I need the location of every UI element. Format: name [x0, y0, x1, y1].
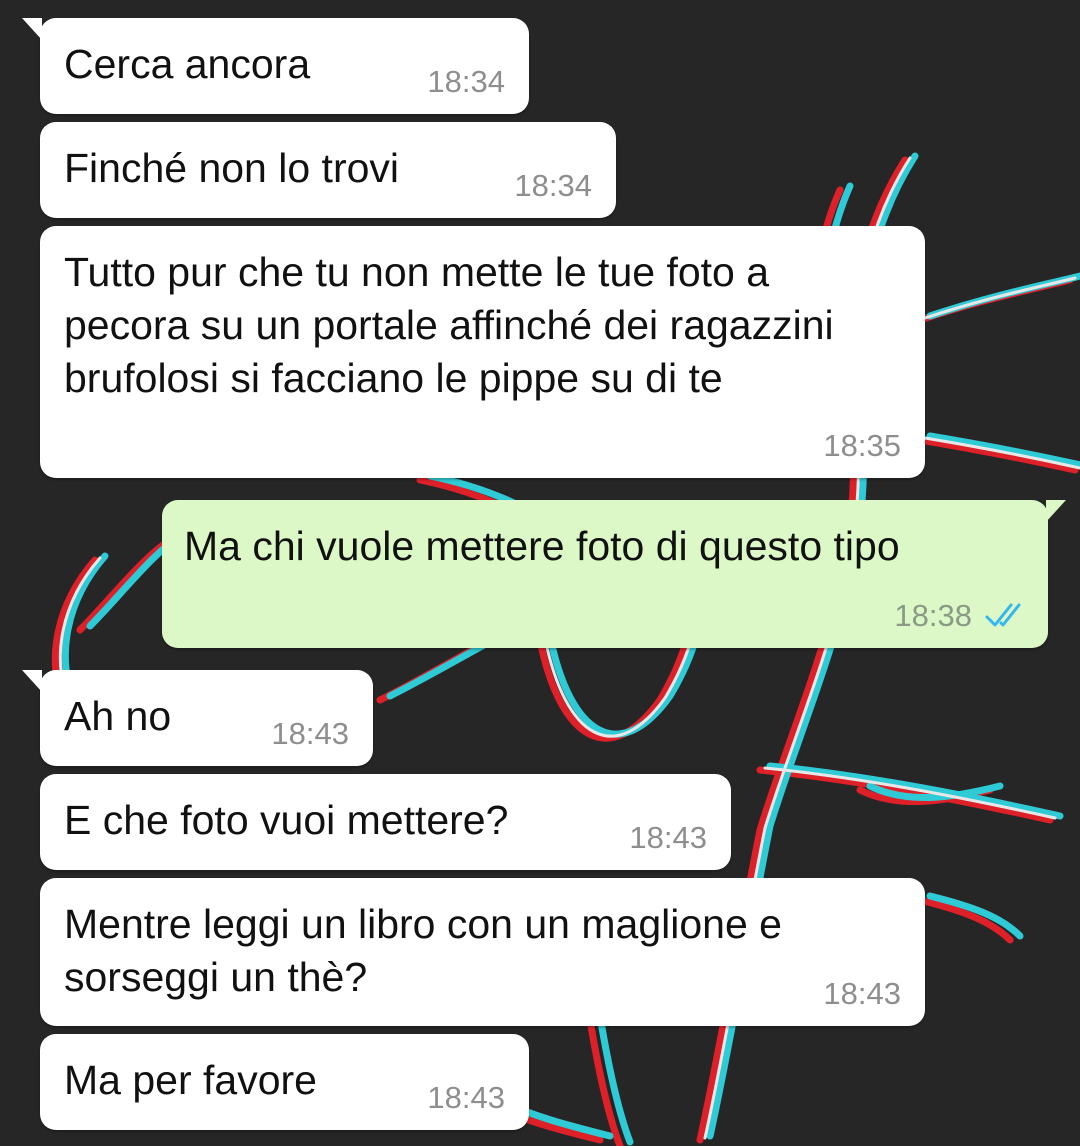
message-text: E che foto vuoi mettere? [64, 797, 509, 843]
message-timestamp: 18:43 [427, 1080, 505, 1115]
message-timestamp: 18:34 [427, 64, 505, 99]
message-text: Tutto pur che tu non mette le tue foto a… [64, 249, 834, 401]
message-timestamp: 18:34 [514, 168, 592, 203]
incoming-message-bubble[interactable]: Mentre leggi un libro con un maglione e … [40, 878, 925, 1026]
incoming-message-bubble[interactable]: Ah no 18:43 [22, 670, 373, 766]
bubble-tail [22, 18, 42, 40]
message-timestamp: 18:35 [823, 428, 901, 463]
incoming-message-bubble[interactable]: Cerca ancora 18:34 [22, 18, 529, 114]
message-text: Ah no [64, 693, 172, 739]
message-timestamp: 18:43 [271, 716, 349, 751]
outgoing-message-bubble[interactable]: Ma chi vuole mettere foto di questo tipo… [162, 500, 1066, 648]
message-timestamp: 18:43 [823, 976, 901, 1011]
incoming-message-bubble[interactable]: Finché non lo trovi 18:34 [40, 122, 616, 218]
message-text: Cerca ancora [64, 41, 311, 87]
incoming-message-bubble[interactable]: E che foto vuoi mettere? 18:43 [40, 774, 731, 870]
bubble-tail [22, 670, 42, 692]
incoming-message-bubble[interactable]: Ma per favore 18:43 [40, 1034, 529, 1130]
message-text: Ma chi vuole mettere foto di questo tipo [184, 523, 900, 569]
message-text: Mentre leggi un libro con un maglione e … [64, 901, 782, 1000]
read-double-check-icon [985, 603, 1021, 627]
message-timestamp: 18:43 [629, 820, 707, 855]
incoming-message-bubble[interactable]: Tutto pur che tu non mette le tue foto a… [40, 226, 925, 478]
message-timestamp: 18:38 [894, 598, 972, 633]
message-text: Finché non lo trovi [64, 145, 400, 191]
message-text: Ma per favore [64, 1057, 317, 1103]
bubble-tail [1046, 500, 1066, 522]
